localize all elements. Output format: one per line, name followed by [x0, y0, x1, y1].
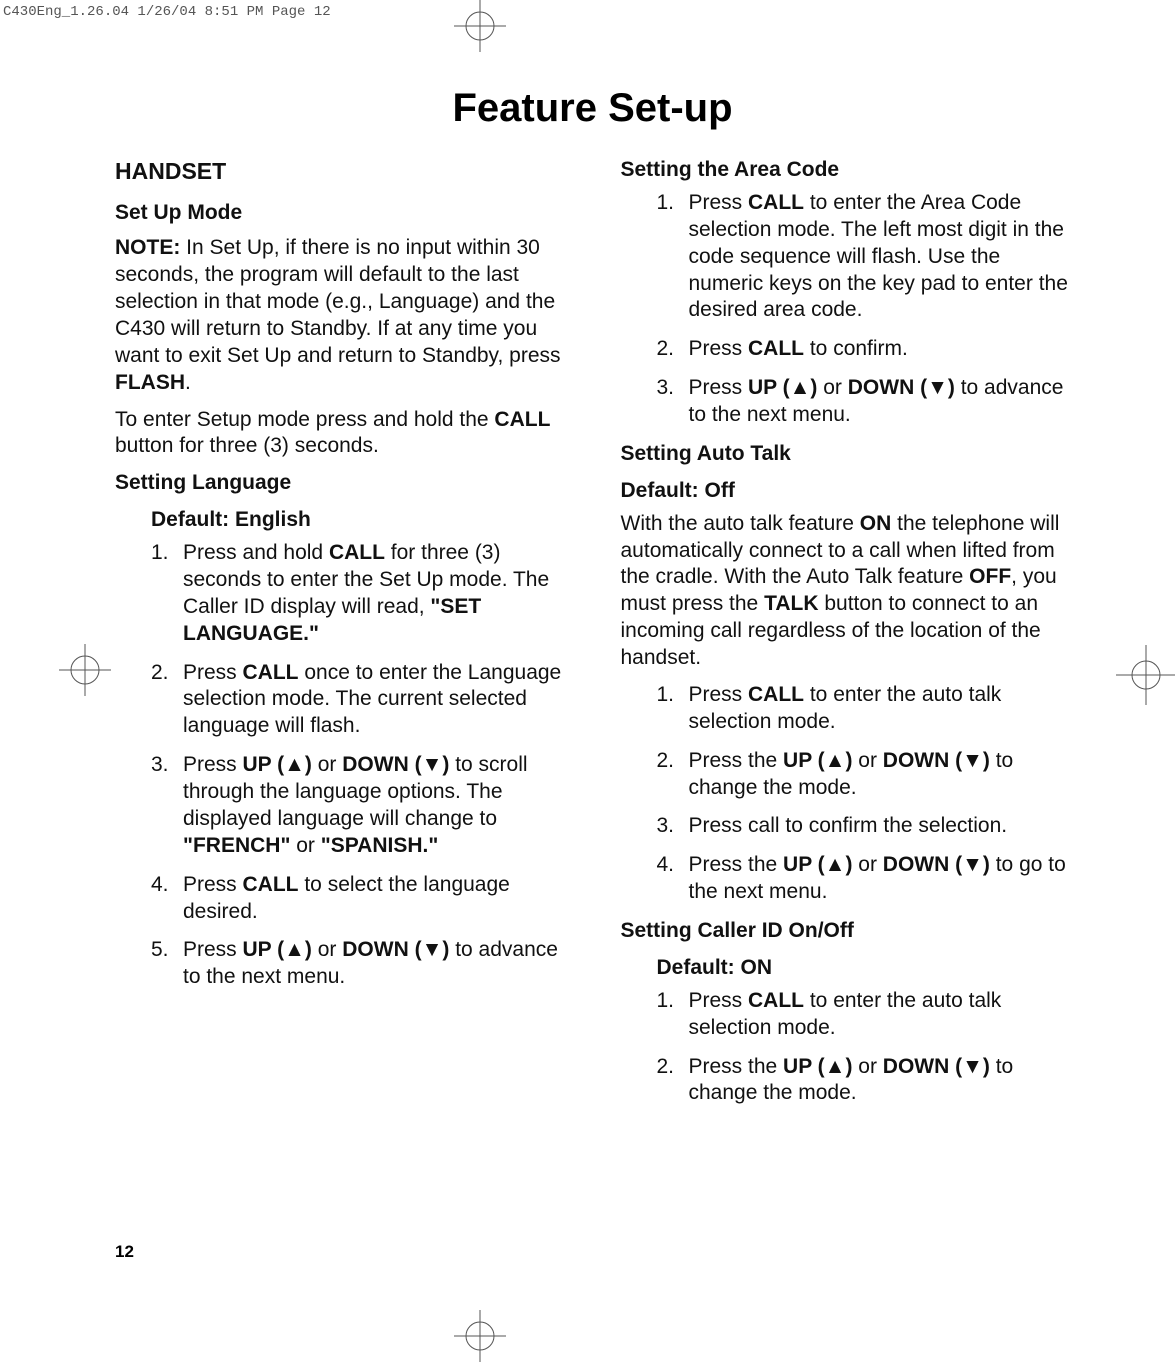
list-item: 3.Press UP (▲) or DOWN (▼) to advance to…	[657, 375, 1071, 429]
list-item: 3.Press UP (▲) or DOWN (▼) to scroll thr…	[151, 752, 565, 860]
list-item: 2.Press CALL once to enter the Language …	[151, 660, 565, 741]
list-item: 4.Press CALL to select the language desi…	[151, 872, 565, 926]
crop-mark-right	[1111, 640, 1175, 710]
page-number: 12	[115, 1242, 134, 1262]
step-text: Press call to confirm the selection.	[689, 813, 1071, 840]
step-number: 1.	[657, 682, 689, 736]
heading-setup-mode: Set Up Mode	[115, 200, 565, 227]
step-number: 4.	[151, 872, 183, 926]
auto-talk-body: With the auto talk feature ON the teleph…	[621, 511, 1071, 672]
list-item: 2.Press CALL to confirm.	[657, 336, 1071, 363]
language-steps: 1.Press and hold CALL for three (3) seco…	[115, 540, 565, 991]
heading-caller-id: Setting Caller ID On/Off	[621, 918, 1071, 945]
setup-note: NOTE: In Set Up, if there is no input wi…	[115, 235, 565, 396]
right-column: Setting the Area Code 1.Press CALL to en…	[621, 157, 1071, 1222]
step-text: Press the UP (▲) or DOWN (▼) to change t…	[689, 1054, 1071, 1108]
step-number: 1.	[657, 988, 689, 1042]
step-text: Press the UP (▲) or DOWN (▼) to change t…	[689, 748, 1071, 802]
list-item: 5.Press UP (▲) or DOWN (▼) to advance to…	[151, 937, 565, 991]
default-english: Default: English	[151, 507, 565, 534]
step-number: 4.	[657, 852, 689, 906]
step-number: 3.	[151, 752, 183, 860]
heading-handset: HANDSET	[115, 157, 565, 186]
step-number: 1.	[657, 190, 689, 324]
list-item: 1.Press CALL to enter the auto talk sele…	[657, 682, 1071, 736]
step-number: 2.	[151, 660, 183, 741]
step-number: 2.	[657, 748, 689, 802]
list-item: 1.Press CALL to enter the auto talk sele…	[657, 988, 1071, 1042]
left-column: HANDSET Set Up Mode NOTE: In Set Up, if …	[115, 157, 565, 1222]
step-number: 3.	[657, 813, 689, 840]
default-on: Default: ON	[657, 955, 1071, 982]
step-number: 2.	[657, 1054, 689, 1108]
step-number: 3.	[657, 375, 689, 429]
area-code-steps: 1.Press CALL to enter the Area Code sele…	[621, 190, 1071, 429]
list-item: 1.Press CALL to enter the Area Code sele…	[657, 190, 1071, 324]
step-text: Press CALL to confirm.	[689, 336, 1071, 363]
step-number: 5.	[151, 937, 183, 991]
step-text: Press UP (▲) or DOWN (▼) to scroll throu…	[183, 752, 565, 860]
default-off: Default: Off	[621, 478, 1071, 505]
step-text: Press CALL once to enter the Language se…	[183, 660, 565, 741]
step-number: 2.	[657, 336, 689, 363]
page-body: Feature Set-up HANDSET Set Up Mode NOTE:…	[115, 86, 1070, 1222]
crop-mark-bottom	[450, 1306, 510, 1366]
step-number: 1.	[151, 540, 183, 648]
list-item: 2.Press the UP (▲) or DOWN (▼) to change…	[657, 748, 1071, 802]
step-text: Press CALL to enter the auto talk select…	[689, 988, 1071, 1042]
page-title: Feature Set-up	[115, 86, 1070, 131]
step-text: Press CALL to enter the Area Code select…	[689, 190, 1071, 324]
heading-area-code: Setting the Area Code	[621, 157, 1071, 184]
list-item: 3.Press call to confirm the selection.	[657, 813, 1071, 840]
list-item: 1.Press and hold CALL for three (3) seco…	[151, 540, 565, 648]
step-text: Press UP (▲) or DOWN (▼) to advance to t…	[689, 375, 1071, 429]
step-text: Press CALL to select the language desire…	[183, 872, 565, 926]
step-text: Press the UP (▲) or DOWN (▼) to go to th…	[689, 852, 1071, 906]
setup-note-2: To enter Setup mode press and hold the C…	[115, 407, 565, 461]
list-item: 2.Press the UP (▲) or DOWN (▼) to change…	[657, 1054, 1071, 1108]
crop-mark-top	[450, 0, 510, 56]
print-slug: C430Eng_1.26.04 1/26/04 8:51 PM Page 12	[3, 4, 331, 20]
step-text: Press UP (▲) or DOWN (▼) to advance to t…	[183, 937, 565, 991]
heading-setting-language: Setting Language	[115, 470, 565, 497]
step-text: Press CALL to enter the auto talk select…	[689, 682, 1071, 736]
auto-talk-steps: 1.Press CALL to enter the auto talk sele…	[621, 682, 1071, 906]
columns: HANDSET Set Up Mode NOTE: In Set Up, if …	[115, 157, 1070, 1222]
step-text: Press and hold CALL for three (3) second…	[183, 540, 565, 648]
heading-auto-talk: Setting Auto Talk	[621, 441, 1071, 468]
list-item: 4.Press the UP (▲) or DOWN (▼) to go to …	[657, 852, 1071, 906]
crop-mark-left	[55, 640, 115, 700]
caller-id-steps: 1.Press CALL to enter the auto talk sele…	[621, 988, 1071, 1108]
